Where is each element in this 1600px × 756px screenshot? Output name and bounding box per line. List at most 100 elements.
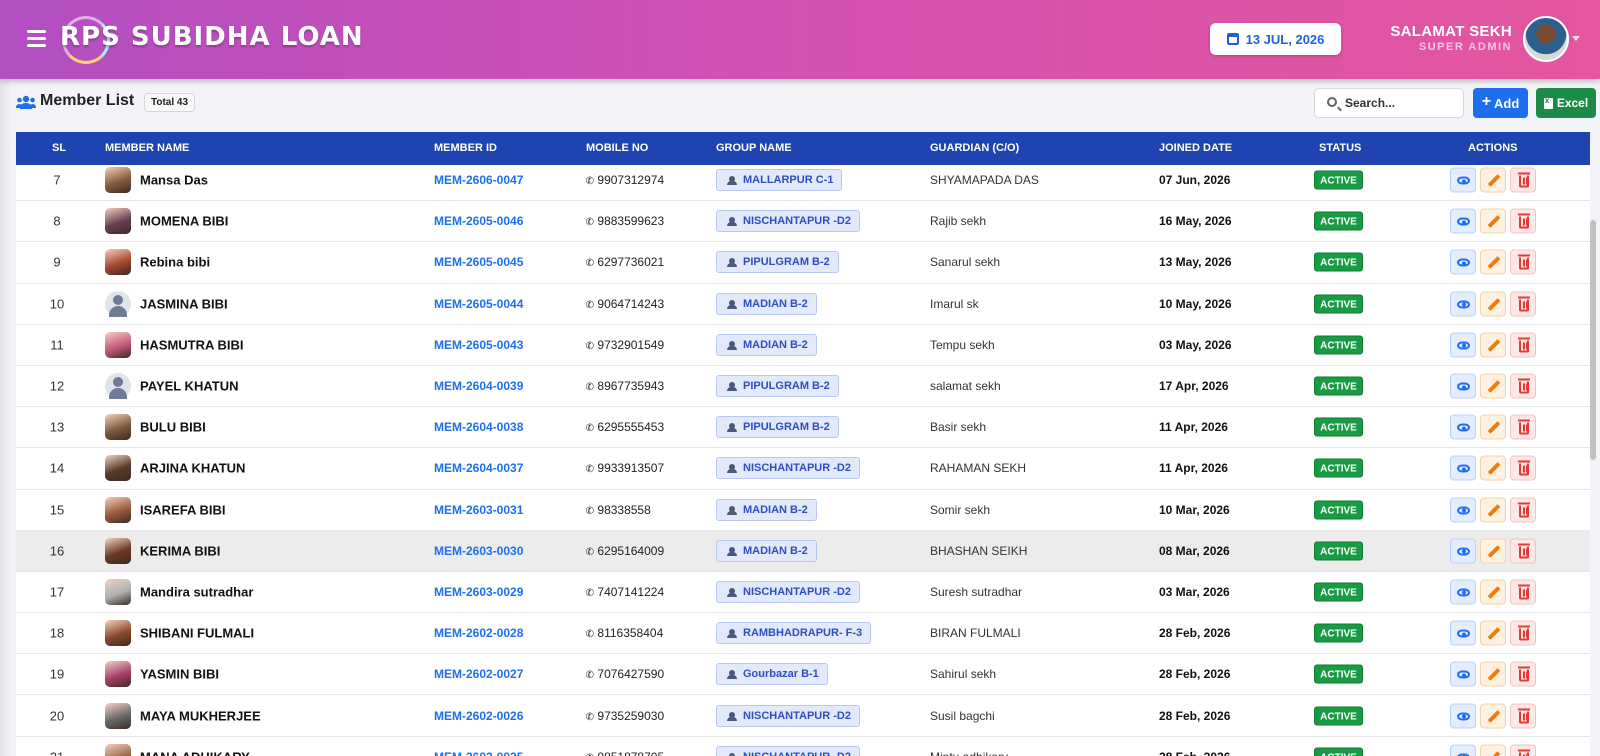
- avatar: [105, 620, 131, 647]
- edit-button[interactable]: [1480, 455, 1506, 481]
- col-group-name[interactable]: GROUP NAME: [716, 142, 792, 154]
- user-name[interactable]: SALAMAT SEKH: [1390, 23, 1512, 40]
- view-button[interactable]: [1450, 373, 1476, 399]
- view-button[interactable]: [1450, 455, 1476, 481]
- view-button[interactable]: [1450, 291, 1476, 317]
- member-id-link[interactable]: MEM-2603-0030: [434, 544, 523, 558]
- table-row[interactable]: 19 YASMIN BIBI MEM-2602-0027 ✆ 7076427590 Gou…: [16, 654, 1590, 696]
- edit-button[interactable]: [1480, 538, 1506, 564]
- delete-button[interactable]: [1510, 291, 1536, 317]
- member-id-link[interactable]: MEM-2605-0043: [434, 338, 523, 352]
- delete-button[interactable]: [1510, 455, 1536, 481]
- member-id-link[interactable]: MEM-2604-0039: [434, 379, 523, 393]
- delete-button[interactable]: [1510, 661, 1536, 687]
- view-button[interactable]: [1450, 620, 1476, 646]
- delete-button[interactable]: [1510, 249, 1536, 275]
- avatar: [105, 455, 131, 482]
- view-button[interactable]: [1450, 208, 1476, 234]
- col-guardian[interactable]: GUARDIAN (C/O): [930, 142, 1019, 154]
- delete-button[interactable]: [1510, 497, 1536, 523]
- table-row[interactable]: 16 KERIMA BIBI MEM-2603-0030 ✆ 6295164009 MAD…: [16, 530, 1590, 572]
- edit-button[interactable]: [1480, 373, 1506, 399]
- edit-button[interactable]: [1480, 167, 1506, 193]
- delete-button[interactable]: [1510, 744, 1536, 756]
- table-row[interactable]: 8 MOMENA BIBI MEM-2605-0046 ✆ 9883599623 NISC…: [16, 201, 1590, 243]
- delete-button[interactable]: [1510, 167, 1536, 193]
- hamburger-icon[interactable]: [27, 30, 46, 47]
- delete-button[interactable]: [1510, 208, 1536, 234]
- delete-button[interactable]: [1510, 414, 1536, 440]
- table-row[interactable]: 9 Rebina bibi MEM-2605-0045 ✆ 6297736021 PIPU…: [16, 242, 1590, 284]
- table-row[interactable]: 10 JASMINA BIBI MEM-2605-0044 ✆ 9064714243 MA…: [16, 283, 1590, 325]
- status-badge: ACTIVE: [1314, 294, 1363, 314]
- chevron-down-icon[interactable]: [1572, 36, 1580, 41]
- delete-button[interactable]: [1510, 538, 1536, 564]
- table-row[interactable]: 20 MAYA MUKHERJEE MEM-2602-0026 ✆ 9735259030…: [16, 695, 1590, 737]
- table-row[interactable]: 17 Mandira sutradhar MEM-2603-0029 ✆ 7407141…: [16, 571, 1590, 614]
- delete-button[interactable]: [1510, 332, 1536, 358]
- edit-button[interactable]: [1480, 744, 1506, 756]
- delete-button[interactable]: [1510, 620, 1536, 646]
- col-mobile[interactable]: MOBILE NO: [586, 142, 648, 154]
- member-id-link[interactable]: MEM-2602-0027: [434, 667, 523, 681]
- table-row[interactable]: 7 Mansa Das MEM-2606-0047 ✆ 9907312974 MALLAR…: [16, 160, 1590, 202]
- member-id-link[interactable]: MEM-2602-0028: [434, 626, 523, 640]
- edit-button[interactable]: [1480, 661, 1506, 687]
- col-status[interactable]: STATUS: [1319, 142, 1361, 154]
- view-button[interactable]: [1450, 579, 1476, 605]
- member-id-link[interactable]: MEM-2605-0046: [434, 214, 523, 228]
- table-row[interactable]: 15 ISAREFA BIBI MEM-2603-0031 ✆ 98338558 MADI…: [16, 489, 1590, 531]
- edit-button[interactable]: [1480, 579, 1506, 605]
- member-id-link[interactable]: MEM-2605-0044: [434, 297, 523, 311]
- col-actions: ACTIONS: [1468, 142, 1518, 154]
- view-button[interactable]: [1450, 497, 1476, 523]
- view-button[interactable]: [1450, 703, 1476, 729]
- table-row[interactable]: 21 MANA ADHIKARY MEM-2602-0025 ✆9851878705 N…: [16, 736, 1590, 756]
- table-row[interactable]: 12 PAYEL KHATUN MEM-2604-0039 ✆ 8967735943 PI…: [16, 365, 1590, 408]
- view-button[interactable]: [1450, 249, 1476, 275]
- member-id-link[interactable]: MEM-2606-0047: [434, 173, 523, 187]
- delete-button[interactable]: [1510, 373, 1536, 399]
- delete-button[interactable]: [1510, 703, 1536, 729]
- member-id-link[interactable]: MEM-2604-0037: [434, 461, 523, 475]
- view-button[interactable]: [1450, 538, 1476, 564]
- col-sl[interactable]: SL: [52, 142, 66, 154]
- view-button[interactable]: [1450, 661, 1476, 687]
- table-row[interactable]: 13 BULU BIBI MEM-2604-0038 ✆ 6295555453 PIPUL…: [16, 407, 1590, 449]
- view-button[interactable]: [1450, 414, 1476, 440]
- edit-button[interactable]: [1480, 291, 1506, 317]
- col-joined-date[interactable]: JOINED DATE: [1159, 142, 1232, 154]
- joined-date: 03 Mar, 2026: [1159, 584, 1230, 599]
- delete-button[interactable]: [1510, 579, 1536, 605]
- excel-button[interactable]: Excel: [1536, 88, 1596, 118]
- edit-button[interactable]: [1480, 414, 1506, 440]
- add-button[interactable]: + Add: [1473, 88, 1528, 118]
- member-id-link[interactable]: MEM-2605-0045: [434, 255, 523, 269]
- date-badge[interactable]: 13 JUL, 2026: [1210, 23, 1341, 55]
- member-id-link[interactable]: MEM-2602-0025: [434, 750, 523, 756]
- edit-button[interactable]: [1480, 332, 1506, 358]
- col-member-name[interactable]: MEMBER NAME: [105, 142, 189, 154]
- vertical-scrollbar[interactable]: [1590, 220, 1596, 460]
- profile-avatar[interactable]: [1523, 16, 1569, 62]
- search-box[interactable]: [1314, 88, 1464, 118]
- edit-button[interactable]: [1480, 497, 1506, 523]
- edit-button[interactable]: [1480, 620, 1506, 646]
- edit-button[interactable]: [1480, 703, 1506, 729]
- table-row[interactable]: 11 HASMUTRA BIBI MEM-2605-0043 ✆ 9732901549 M…: [16, 324, 1590, 366]
- table-row[interactable]: 18 SHIBANI FULMALI MEM-2602-0028 ✆ 811635840…: [16, 613, 1590, 655]
- edit-button[interactable]: [1480, 208, 1506, 234]
- serial-number: 20: [49, 708, 65, 724]
- col-member-id[interactable]: MEMBER ID: [434, 142, 497, 154]
- edit-button[interactable]: [1480, 249, 1506, 275]
- member-id-link[interactable]: MEM-2602-0026: [434, 709, 523, 723]
- member-id-link[interactable]: MEM-2603-0031: [434, 503, 523, 517]
- phone-icon: ✆: [584, 257, 596, 271]
- view-button[interactable]: [1450, 744, 1476, 756]
- member-id-link[interactable]: MEM-2604-0038: [434, 420, 523, 434]
- search-input[interactable]: [1345, 94, 1457, 112]
- view-button[interactable]: [1450, 332, 1476, 358]
- table-row[interactable]: 14 ARJINA KHATUN MEM-2604-0037 ✆ 9933913507 N…: [16, 448, 1590, 490]
- member-id-link[interactable]: MEM-2603-0029: [434, 585, 523, 599]
- view-button[interactable]: [1450, 167, 1476, 193]
